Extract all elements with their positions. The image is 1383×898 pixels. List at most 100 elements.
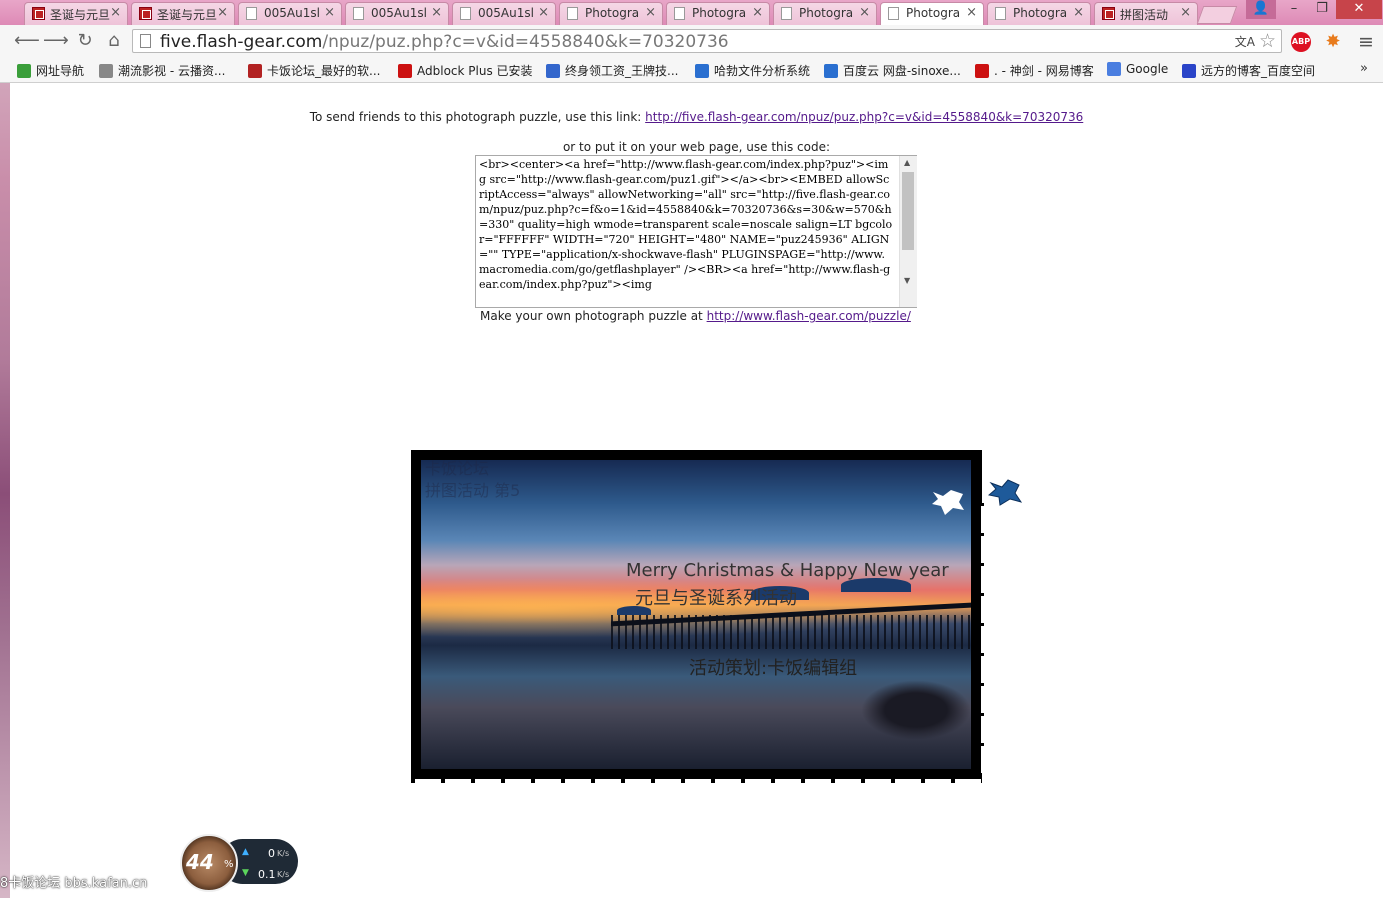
tab-close-icon[interactable]: × [217, 5, 228, 20]
adblock-plus-icon[interactable]: ABP [1291, 32, 1311, 52]
bookmark-item[interactable]: Adblock Plus 已安装 [398, 62, 533, 79]
bookmark-item[interactable]: 哈勃文件分析系统 [695, 62, 810, 79]
photo-caption-title: 元旦与圣诞系列活动 [635, 588, 797, 609]
make-own-link[interactable]: http://www.flash-gear.com/puzzle/ [707, 309, 911, 323]
hubble-icon [695, 64, 709, 78]
tab-close-icon[interactable]: × [752, 5, 763, 20]
address-bar[interactable]: five.flash-gear.com/npuz/puz.php?c=v&id=… [132, 29, 1282, 53]
speed-percent: 44 [186, 850, 214, 874]
bookmark-item[interactable]: . - 神剑 - 网易博客 [975, 62, 1094, 79]
embed-scrollbar[interactable]: ▲ ▼ [899, 156, 917, 307]
bookmark-label: 远方的博客_百度空间 [1201, 64, 1316, 78]
share-link[interactable]: http://five.flash-gear.com/npuz/puz.php?… [645, 110, 1083, 124]
page-content: To send friends to this photograph puzzl… [10, 83, 1383, 898]
page-icon [460, 7, 471, 20]
tab-label: 圣诞与元旦 [157, 8, 217, 22]
tab-5[interactable]: 005Au1sl × [452, 2, 556, 25]
home-icon[interactable]: ⌂ [102, 29, 126, 53]
forward-icon[interactable]: ⟶ [43, 29, 69, 53]
tab-8[interactable]: Photogra × [773, 2, 877, 25]
tab-label: 005Au1sl [371, 6, 427, 20]
puzzle-piece-blue[interactable] [988, 478, 1022, 506]
site-icon [32, 7, 45, 20]
forum-watermark: 8卡饭论坛 bbs.kafan.cn [0, 876, 148, 891]
baidu-cloud-icon [824, 64, 838, 78]
share-line: To send friends to this photograph puzzl… [10, 110, 1383, 124]
tab-close-icon[interactable]: × [966, 5, 977, 20]
bookmark-item[interactable]: 潮流影视 - 云播资... [99, 62, 225, 79]
close-window-button[interactable]: ✕ [1336, 0, 1382, 19]
bookmark-item[interactable]: 远方的博客_百度空间 [1182, 62, 1315, 79]
bookmark-item[interactable]: Google [1107, 62, 1168, 76]
tab-label: 拼图活动 [1120, 8, 1169, 22]
tab-label: Photogra [585, 6, 640, 20]
tab-6[interactable]: Photogra × [559, 2, 663, 25]
puzzle-board[interactable]: 卡饭论坛 拼图活动 第5 Merry Christmas & Happy New… [411, 450, 982, 780]
new-tab-button[interactable] [1196, 6, 1238, 24]
tab-close-icon[interactable]: × [538, 5, 549, 20]
bookmark-item[interactable]: 卡饭论坛_最好的软... [248, 62, 380, 79]
tab-close-icon[interactable]: × [1073, 5, 1084, 20]
ghost-text: 卡饭论坛 拼图活动 第5 [425, 460, 521, 500]
bookmark-label: . - 神剑 - 网易博客 [994, 64, 1094, 78]
tab-4[interactable]: 005Au1sl × [345, 2, 449, 25]
pier [611, 615, 971, 649]
bookmark-item[interactable]: 百度云 网盘-sinoxe... [824, 62, 961, 79]
tab-strip: 圣诞与元旦 × 圣诞与元旦 × 005Au1sl × 005Au1sl × 005Au1sl × P… [0, 0, 1383, 26]
tab-close-icon[interactable]: × [324, 5, 335, 20]
maximize-button[interactable]: ❐ [1308, 0, 1336, 19]
bookmark-item[interactable]: 终身领工资_王牌技... [546, 62, 678, 79]
abp-icon [398, 64, 412, 78]
page-icon [888, 7, 899, 20]
scroll-up-icon[interactable]: ▲ [904, 158, 910, 167]
scroll-thumb[interactable] [902, 172, 914, 250]
menu-icon[interactable]: ≡ [1356, 32, 1376, 52]
puzzle-icon [546, 64, 560, 78]
address-url[interactable]: five.flash-gear.com/npuz/puz.php?c=v&id=… [160, 32, 729, 52]
reload-icon[interactable]: ↻ [73, 29, 97, 53]
bookmark-label: 百度云 网盘-sinoxe... [843, 64, 961, 78]
network-speed-widget[interactable]: 44 % ▲ 0 K/s ▼ 0.1 K/s [180, 834, 300, 894]
site-icon [139, 7, 152, 20]
bookmark-label: 哈勃文件分析系统 [714, 64, 811, 78]
upload-unit: K/s [277, 849, 290, 858]
baidu-paw-icon [1182, 64, 1196, 78]
tab-11[interactable]: 拼图活动 × [1094, 2, 1198, 25]
scroll-down-icon[interactable]: ▼ [904, 276, 910, 285]
rocks [861, 680, 971, 740]
desktop-edge [0, 0, 10, 898]
puzzle-photo[interactable]: 卡饭论坛 拼图活动 第5 Merry Christmas & Happy New… [421, 460, 971, 769]
download-unit: K/s [277, 870, 290, 879]
bookmark-label: 潮流影视 - 云播资... [118, 64, 226, 78]
translate-icon[interactable]: 文A [1235, 33, 1255, 50]
bookmark-star-icon[interactable]: ☆ [1259, 30, 1276, 52]
bookmark-item[interactable]: 网址导航 [17, 62, 84, 79]
extension-icon[interactable]: ✸ [1323, 32, 1343, 52]
photo-caption-credit: 活动策划:卡饭编辑组 [689, 658, 858, 679]
bookmark-label: 卡饭论坛_最好的软... [267, 64, 381, 78]
embed-label: or to put it on your web page, use this … [562, 140, 831, 154]
minimize-button[interactable]: – [1280, 0, 1308, 19]
tab-close-icon[interactable]: × [431, 5, 442, 20]
puzzle-edge-dots [411, 779, 982, 783]
bookmarks-more-button[interactable]: » [1360, 61, 1368, 76]
netease-icon [975, 64, 989, 78]
tab-close-icon[interactable]: × [110, 5, 121, 20]
tab-close-icon[interactable]: × [1180, 5, 1191, 20]
embed-code-textarea[interactable]: <br><center><a href="http://www.flash-ge… [475, 155, 917, 308]
puzzle-piece-white[interactable] [931, 488, 965, 516]
tab-2[interactable]: 圣诞与元旦 × [131, 2, 235, 25]
tab-10[interactable]: Photogra × [987, 2, 1091, 25]
bookmark-label: 网址导航 [36, 64, 85, 78]
tab-close-icon[interactable]: × [645, 5, 656, 20]
tab-close-icon[interactable]: × [859, 5, 870, 20]
upload-arrow-icon: ▲ [242, 847, 249, 857]
tab-3[interactable]: 005Au1sl × [238, 2, 342, 25]
page-icon [353, 7, 364, 20]
film-icon [99, 64, 113, 78]
tab-7[interactable]: Photogra × [666, 2, 770, 25]
back-icon[interactable]: ⟵ [14, 29, 40, 53]
tab-1[interactable]: 圣诞与元旦 × [24, 2, 128, 25]
tab-9[interactable]: Photogra × [880, 2, 984, 26]
user-profile-icon[interactable]: 👤 [1246, 0, 1276, 19]
